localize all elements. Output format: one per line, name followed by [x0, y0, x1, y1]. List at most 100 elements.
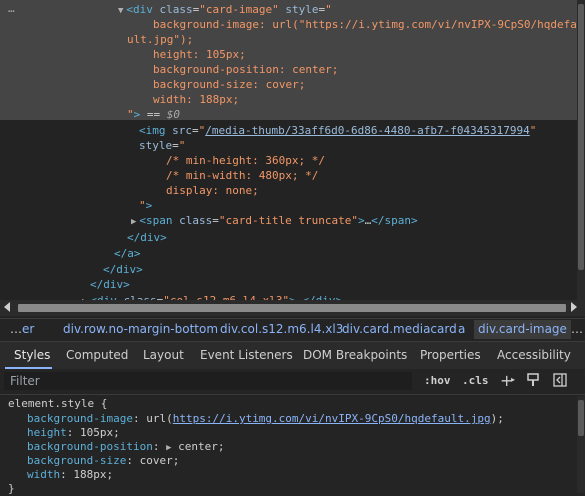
property-value-prefix[interactable]: url( — [146, 412, 173, 425]
breadcrumb-item[interactable]: div.col.s12.m6.l4.xl3 — [220, 322, 343, 336]
dom-node-line[interactable]: width: 188px; — [153, 92, 239, 107]
code-token: background-image: url("https://i.ytimg.c… — [153, 18, 577, 31]
node-more-icon[interactable]: … — [8, 2, 16, 15]
dom-node-line[interactable]: </div> — [127, 230, 167, 245]
code-token: /* min-height: 360px; */ — [166, 154, 325, 167]
class-toggle-button[interactable]: .cls — [462, 374, 489, 387]
breadcrumb-item[interactable]: a — [458, 322, 465, 336]
style-declaration[interactable]: background-size: cover; — [27, 454, 179, 468]
code-token: class — [179, 214, 213, 227]
breadcrumb-more[interactable]: … — [571, 322, 583, 336]
styles-vertical-scroll-thumb[interactable] — [578, 400, 584, 436]
code-token: " — [178, 139, 186, 152]
property-value[interactable]: cover; — [140, 454, 180, 467]
breadcrumb: … er div.row.no-margin-bottom div.col.s1… — [0, 318, 585, 341]
scroll-right-arrow-icon[interactable] — [571, 302, 577, 312]
elements-horizontal-scroll-thumb[interactable] — [18, 304, 566, 312]
property-name[interactable]: background-image — [27, 412, 133, 425]
collapse-node-icon[interactable]: ▼ — [118, 6, 123, 16]
dom-node-line[interactable]: ult.jpg"); — [127, 32, 193, 47]
rule-open-brace: { — [94, 397, 108, 410]
toggle-sidebar-icon[interactable] — [553, 373, 567, 391]
code-token: </div> — [127, 231, 167, 244]
dom-node-line[interactable]: background-size: cover; — [153, 77, 305, 92]
property-value[interactable]: 105px; — [80, 426, 120, 439]
dom-node-line[interactable]: ▶ <span class="card-title truncate">…</sp… — [131, 213, 418, 228]
dom-node-line[interactable]: </div> — [90, 277, 130, 292]
code-token: == — [140, 108, 167, 121]
selector[interactable]: element.style — [8, 397, 94, 410]
tab-styles[interactable]: Styles — [14, 348, 50, 362]
code-token: <div — [126, 3, 160, 16]
dom-node-line[interactable]: </div> — [103, 262, 143, 277]
style-declaration[interactable]: height: 105px; — [27, 426, 120, 440]
code-token: height: 105px; — [153, 48, 246, 61]
style-declaration[interactable]: background-image: url(https://i.ytimg.co… — [27, 412, 504, 426]
dom-node-line[interactable]: background-position: center; — [153, 62, 338, 77]
tab-event-listeners[interactable]: Event Listeners — [200, 348, 293, 362]
background-image-link[interactable]: https://i.ytimg.com/vi/nvIPX-9CpS0/hqdef… — [173, 412, 491, 425]
code-token: background-position: center; — [153, 63, 339, 76]
src-link[interactable]: /media-thumb/33aff6d0-6d86-4480-afb7-f04… — [205, 124, 530, 137]
code-token: " — [139, 199, 146, 212]
code-token: " — [529, 124, 537, 137]
breadcrumb-item-selected[interactable]: div.card-image — [474, 320, 571, 339]
dom-node-line[interactable]: /* min-width: 480px; */ — [166, 168, 318, 183]
elements-vertical-scroll-thumb[interactable] — [578, 4, 584, 270]
expand-shorthand-icon[interactable]: ▶ — [166, 443, 171, 453]
breadcrumb-item[interactable]: er — [22, 322, 34, 336]
property-value-suffix: ); — [490, 412, 504, 425]
property-name[interactable]: background-size — [27, 454, 126, 467]
code-token: style — [139, 139, 173, 152]
hover-state-button[interactable]: :hov — [424, 374, 451, 387]
dom-node-line[interactable]: background-image: url("https://i.ytimg.c… — [153, 17, 577, 32]
code-token: "card-title truncate" — [218, 214, 358, 227]
tab-properties[interactable]: Properties — [420, 348, 481, 362]
plus-dropdown-icon[interactable]: ▸ — [511, 375, 515, 384]
code-token: = — [192, 124, 199, 137]
paint-brush-icon[interactable] — [526, 373, 540, 391]
elements-tree: … ▼ <div class="card-image" style=" backgr… — [0, 0, 585, 300]
breadcrumb-overflow-dots[interactable]: … — [10, 322, 22, 336]
tab-layout[interactable]: Layout — [143, 348, 184, 362]
dom-node-line[interactable]: "> == $0 — [127, 107, 180, 122]
dom-node-line[interactable]: ▼ <div class="card-image" style=" — [118, 2, 332, 17]
tab-accessibility[interactable]: Accessibility — [497, 348, 571, 362]
code-token: </div> — [90, 278, 130, 291]
dom-node-line[interactable]: ▶<div class="col s12 m6 l4 xl3">…</div> — [82, 293, 342, 300]
expand-node-icon[interactable]: ▶ — [131, 217, 136, 227]
code-token: </div> — [103, 263, 143, 276]
styles-toolbar: :hov .cls + ▸ — [0, 369, 585, 395]
rule-close-brace: } — [8, 482, 15, 495]
breadcrumb-item[interactable]: div.row.no-margin-bottom — [63, 322, 218, 336]
code-token: src — [172, 124, 192, 137]
style-declaration[interactable]: width: 188px; — [27, 468, 113, 482]
property-name[interactable]: height — [27, 426, 67, 439]
style-rule-header: element.style { — [8, 397, 107, 411]
dom-node-line[interactable]: display: none; — [166, 183, 259, 198]
property-value[interactable]: center; — [178, 440, 224, 453]
dom-node-line[interactable]: /* min-height: 360px; */ — [166, 153, 325, 168]
style-declaration[interactable]: background-position: ▶ center; — [27, 440, 225, 454]
breadcrumb-item[interactable]: div.card.mediacard — [342, 322, 457, 336]
code-token: " — [127, 108, 134, 121]
tab-computed[interactable]: Computed — [66, 348, 128, 362]
dom-node-line[interactable]: <img src= "/media-thumb/33aff6d0-6d86-448… — [139, 123, 536, 138]
code-token: width: 188px; — [153, 93, 240, 106]
code-token: = — [212, 214, 219, 227]
code-token: > — [145, 199, 153, 212]
code-token: "card-image" — [199, 3, 279, 16]
code-token: </span> — [371, 214, 418, 227]
code-token: display: none; — [166, 184, 259, 197]
dom-node-line[interactable]: </a> — [114, 246, 141, 261]
dom-node-line[interactable]: style=" — [139, 138, 185, 153]
property-name[interactable]: width — [27, 468, 60, 481]
code-token: </a> — [114, 247, 141, 260]
scroll-left-arrow-icon[interactable] — [4, 302, 10, 312]
dom-node-line[interactable]: "> — [139, 198, 152, 213]
property-name[interactable]: background-position — [27, 440, 153, 453]
dom-node-line[interactable]: height: 105px; — [153, 47, 246, 62]
tab-dom-breakpoints[interactable]: DOM Breakpoints — [303, 348, 407, 362]
property-value[interactable]: 188px; — [73, 468, 113, 481]
filter-input[interactable] — [4, 372, 412, 390]
